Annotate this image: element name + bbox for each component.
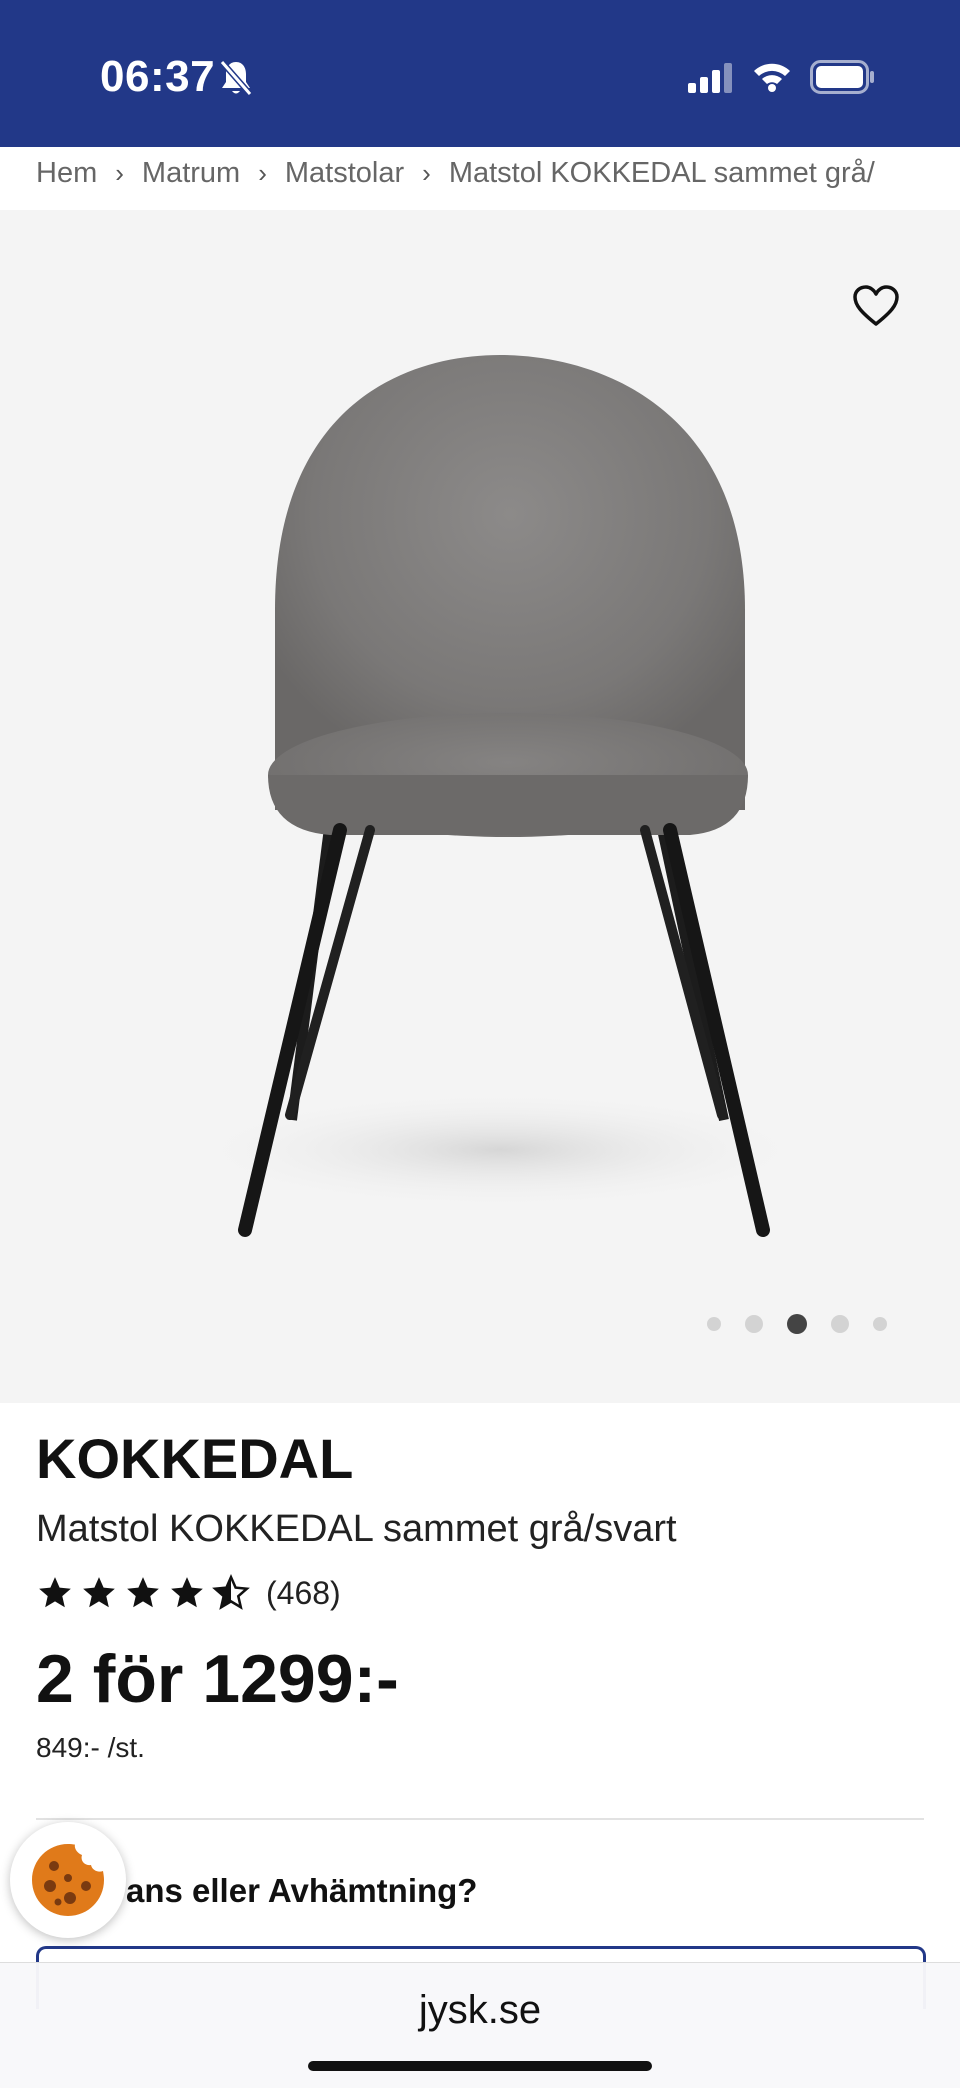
wifi-icon [752,60,792,97]
delivery-question: ans eller Avhämtning? [126,1872,478,1909]
star-half-icon [212,1574,250,1610]
gallery-dot[interactable] [873,1317,887,1331]
gallery-dot[interactable] [745,1315,763,1333]
gallery-dot-active[interactable] [787,1314,807,1334]
browser-url-bar[interactable]: jysk.se [0,1962,960,2088]
rating-stars [36,1574,250,1612]
bell-slash-icon [218,58,254,103]
product-image [180,355,820,1237]
breadcrumb-matrum[interactable]: Matrum [142,157,240,190]
star-icon [83,1577,115,1608]
breadcrumb-current: Matstol KOKKEDAL sammet grå/ [448,156,875,189]
status-time: 06:37 [100,52,216,101]
product-name: Matstol KOKKEDAL sammet grå/svart [36,1508,677,1550]
product-brand: KOKKEDAL [36,1427,354,1490]
unit-price: 849:- /st. [36,1732,145,1763]
url-text[interactable]: jysk.se [0,1988,960,2033]
battery-icon [810,60,876,99]
product-image-gallery[interactable] [0,210,960,1403]
divider [36,1818,924,1820]
home-indicator [308,2061,652,2071]
cookie-icon [32,1844,104,1916]
star-icon [39,1577,71,1608]
gallery-dot[interactable] [707,1317,721,1331]
status-bar: 06:37 [0,0,960,147]
breadcrumb-matstolar[interactable]: Matstolar [285,157,404,190]
chevron-right-icon: › [422,157,431,188]
product-rating[interactable]: (468) [36,1570,341,1616]
star-icon [127,1577,159,1608]
chevron-right-icon: › [258,157,267,188]
chevron-right-icon: › [115,157,124,188]
gallery-dot[interactable] [831,1315,849,1333]
heart-icon[interactable] [851,284,901,333]
breadcrumb: Hem › Matrum › Matstolar › Matstol KOKKE… [36,138,960,208]
signal-icon [688,63,734,98]
star-icon [171,1577,203,1608]
gallery-pagination [0,1314,960,1334]
product-price: 2 för 1299:- [36,1641,399,1717]
cookie-settings-button[interactable] [10,1822,126,1938]
breadcrumb-home[interactable]: Hem [36,157,97,190]
rating-count: (468) [266,1574,341,1611]
